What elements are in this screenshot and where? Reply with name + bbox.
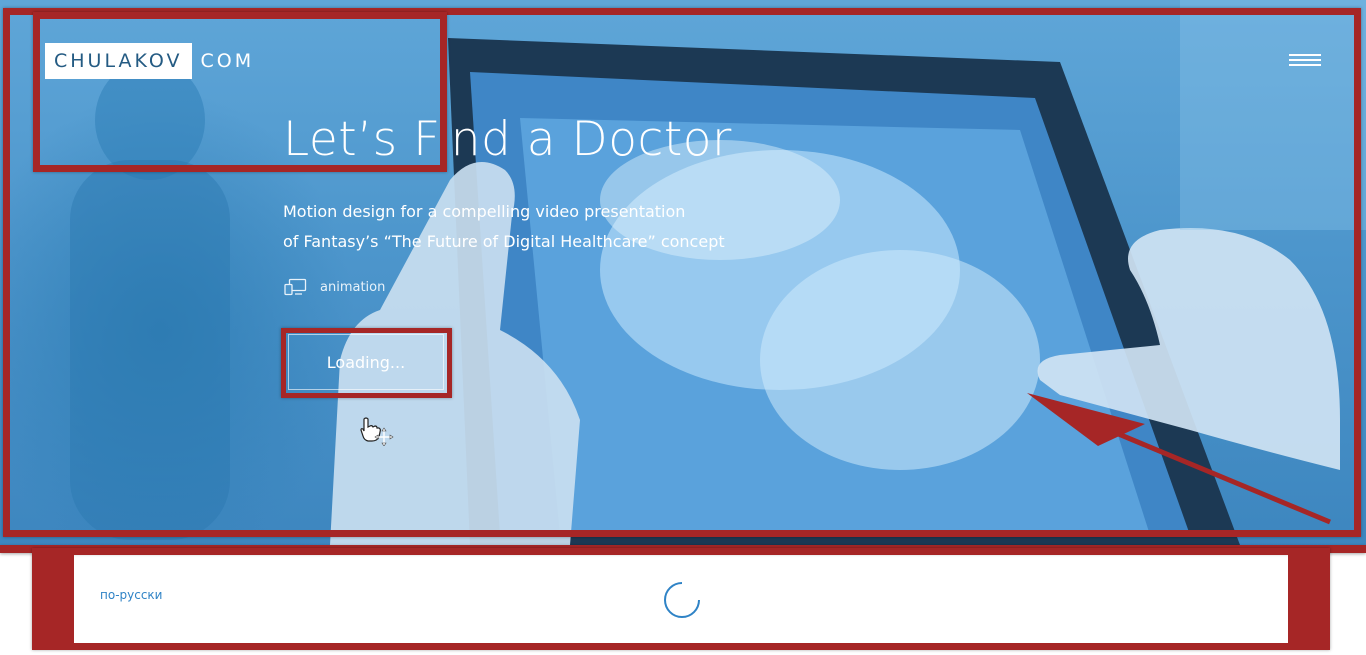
description-line: of Fantasy’s “The Future of Digital Heal…: [283, 232, 725, 251]
description-line: Motion design for a compelling video pre…: [283, 202, 686, 221]
hamburger-menu-icon[interactable]: [1289, 52, 1322, 70]
footer-bar: по-русски: [0, 545, 1366, 655]
category-label: animation: [320, 279, 386, 295]
project-description: Motion design for a compelling video pre…: [283, 197, 753, 257]
loading-spinner-icon: [664, 582, 700, 618]
logo-suffix: COM: [200, 50, 255, 72]
grid-icon[interactable]: [1291, 583, 1299, 611]
hero-background-image: [70, 0, 1366, 545]
menu-bar: [1289, 54, 1321, 56]
hero-section: CHULAKOV COM Let’s Find a Doctor Motion …: [0, 0, 1366, 545]
loading-button[interactable]: Loading...: [288, 334, 444, 390]
annotation-frame-divider: [0, 545, 1366, 553]
page: CHULAKOV COM Let’s Find a Doctor Motion …: [0, 0, 1366, 655]
language-switch-link[interactable]: по-русски: [100, 588, 162, 602]
hand-cursor-icon: [360, 417, 394, 446]
menu-bar: [1289, 64, 1321, 66]
menu-bar: [1289, 59, 1321, 61]
site-logo[interactable]: CHULAKOV COM: [45, 43, 254, 79]
project-category[interactable]: animation: [284, 278, 385, 296]
devices-icon: [284, 278, 307, 296]
project-title: Let’s Find a Doctor: [283, 112, 732, 167]
logo-box: CHULAKOV: [45, 43, 192, 79]
